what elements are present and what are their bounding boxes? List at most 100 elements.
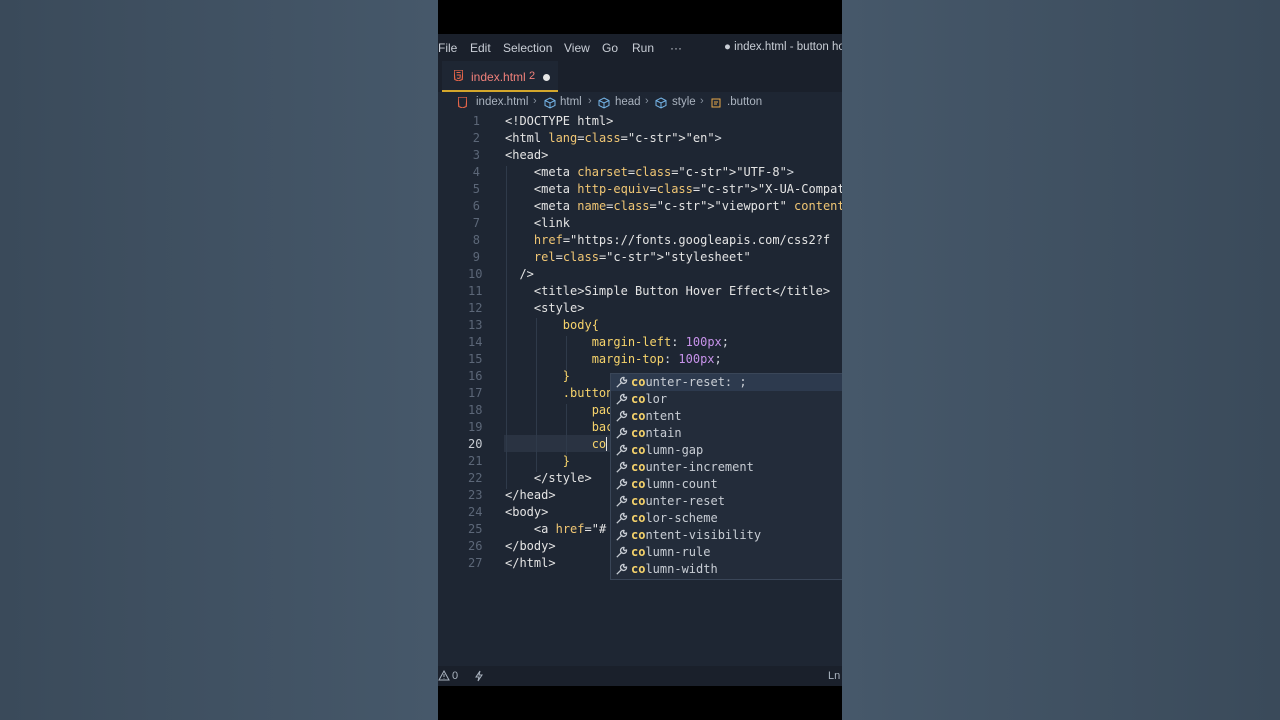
chevron-right-icon: › <box>588 95 592 107</box>
wrench-icon <box>616 529 628 541</box>
menu-view[interactable]: View <box>564 41 590 55</box>
code-line[interactable]: margin-left: 100px; <box>505 335 729 349</box>
autocomplete-item[interactable]: counter-reset: ; <box>611 374 842 391</box>
code-line[interactable]: margin-top: 100px; <box>505 352 722 366</box>
autocomplete-label: column-gap <box>631 443 704 457</box>
code-line[interactable]: </body> <box>505 539 556 553</box>
autocomplete-label: color <box>631 392 668 406</box>
autocomplete-item[interactable]: counter-increment <box>611 459 842 476</box>
autocomplete-label: content-visibility <box>631 528 762 542</box>
code-line[interactable]: <a href="# <box>505 522 606 536</box>
code-line[interactable]: <head> <box>505 148 548 162</box>
menu-file[interactable]: File <box>438 41 457 55</box>
menu-bar: File Edit Selection View Go Run ··· ● in… <box>438 34 842 61</box>
autocomplete-item[interactable]: column-count <box>611 476 842 493</box>
menu-edit[interactable]: Edit <box>470 41 491 55</box>
chevron-right-icon: › <box>700 95 704 107</box>
line-number: 13 <box>468 318 483 332</box>
cube-icon <box>544 97 556 109</box>
line-number: 12 <box>468 301 483 315</box>
code-line[interactable]: } <box>505 369 570 383</box>
chevron-right-icon: › <box>645 95 649 107</box>
wrench-icon <box>616 563 628 575</box>
autocomplete-item[interactable]: column-rule <box>611 544 842 561</box>
autocomplete-item[interactable]: counter-reset <box>611 493 842 510</box>
autocomplete-item[interactable]: content <box>611 408 842 425</box>
code-line[interactable]: <meta charset=class="c-str">"UTF-8"> <box>505 165 794 179</box>
line-number: 27 <box>468 556 483 570</box>
code-line[interactable]: body{ <box>505 318 599 332</box>
wrench-icon <box>616 427 628 439</box>
code-line[interactable]: <body> <box>505 505 548 519</box>
autocomplete-item[interactable]: column-width <box>611 561 842 578</box>
code-line[interactable]: </style> <box>505 471 592 485</box>
autocomplete-label: column-rule <box>631 545 711 559</box>
code-line[interactable]: href="https://fonts.googleapis.com/css2?… <box>505 233 830 247</box>
line-number: 24 <box>468 505 483 519</box>
wrench-icon <box>616 461 628 473</box>
line-number: 11 <box>468 284 483 298</box>
code-line[interactable]: } <box>505 454 570 468</box>
menu-run[interactable]: Run <box>632 41 654 55</box>
code-line[interactable]: co <box>505 437 608 451</box>
breadcrumb-item-head[interactable]: head <box>615 96 641 108</box>
menu-go[interactable]: Go <box>602 41 618 55</box>
breadcrumb: index.html › html › head › style › .butt… <box>438 92 842 114</box>
line-number: 10 <box>468 267 483 281</box>
line-number: 9 <box>472 250 480 264</box>
warning-count[interactable]: 0 <box>452 670 458 682</box>
autocomplete-popup[interactable]: counter-reset: ; color content contain colum… <box>610 373 842 580</box>
autocomplete-label: contain <box>631 426 682 440</box>
wrench-icon <box>616 495 628 507</box>
backdrop-left <box>0 0 438 720</box>
wrench-icon <box>616 376 628 388</box>
code-line[interactable]: <meta name=class="c-str">"viewport" cont… <box>505 199 842 213</box>
line-number: 6 <box>472 199 480 213</box>
code-line[interactable]: /> <box>505 267 533 281</box>
code-line[interactable]: <meta http-equiv=class="c-str">"X-UA-Com… <box>505 182 842 196</box>
autocomplete-item[interactable]: content-visibility <box>611 527 842 544</box>
chevron-right-icon: › <box>533 95 537 107</box>
code-line[interactable]: </head> <box>505 488 556 502</box>
line-number: 5 <box>472 182 480 196</box>
line-number: 18 <box>468 403 483 417</box>
wrench-icon <box>616 444 628 456</box>
code-line[interactable]: <html lang=class="c-str">"en"> <box>505 131 722 145</box>
cube-icon <box>655 97 667 109</box>
autocomplete-label: column-width <box>631 562 718 576</box>
autocomplete-label: counter-reset: ; <box>631 375 747 389</box>
code-line[interactable]: <!DOCTYPE html> <box>505 114 613 128</box>
autocomplete-item[interactable]: column-gap <box>611 442 842 459</box>
line-number: 19 <box>468 420 483 434</box>
menu-selection[interactable]: Selection <box>503 41 552 55</box>
menu-more[interactable]: ··· <box>670 41 682 55</box>
cube-icon <box>598 97 610 109</box>
code-line[interactable]: .button{ <box>505 386 621 400</box>
autocomplete-item[interactable]: contain <box>611 425 842 442</box>
unsaved-dot-icon[interactable] <box>543 74 550 81</box>
line-number: 14 <box>468 335 483 349</box>
line-number: 23 <box>468 488 483 502</box>
line-number: 2 <box>472 131 480 145</box>
breadcrumb-item-button[interactable]: .button <box>727 96 762 108</box>
code-line[interactable]: <style> <box>505 301 585 315</box>
lightning-icon[interactable] <box>474 670 484 682</box>
tab-index-html[interactable]: index.html 2 <box>442 61 558 92</box>
line-number: 8 <box>472 233 480 247</box>
code-line[interactable]: <link <box>505 216 570 230</box>
breadcrumb-item-html[interactable]: html <box>560 96 582 108</box>
code-line[interactable]: <title>Simple Button Hover Effect</title… <box>505 284 830 298</box>
warning-icon[interactable] <box>438 670 450 681</box>
cursor-position[interactable]: Ln <box>828 670 840 682</box>
autocomplete-item[interactable]: color-scheme <box>611 510 842 527</box>
line-number: 4 <box>472 165 480 179</box>
code-line[interactable]: </html> <box>505 556 556 570</box>
code-editor-window: File Edit Selection View Go Run ··· ● in… <box>438 34 842 686</box>
breadcrumb-item-file[interactable]: index.html <box>476 96 528 108</box>
window-title: ● index.html - button ho <box>724 41 842 53</box>
code-line[interactable]: rel=class="c-str">"stylesheet" <box>505 250 751 264</box>
autocomplete-item[interactable]: color <box>611 391 842 408</box>
line-number: 1 <box>472 114 480 128</box>
breadcrumb-item-style[interactable]: style <box>672 96 696 108</box>
wrench-icon <box>616 393 628 405</box>
